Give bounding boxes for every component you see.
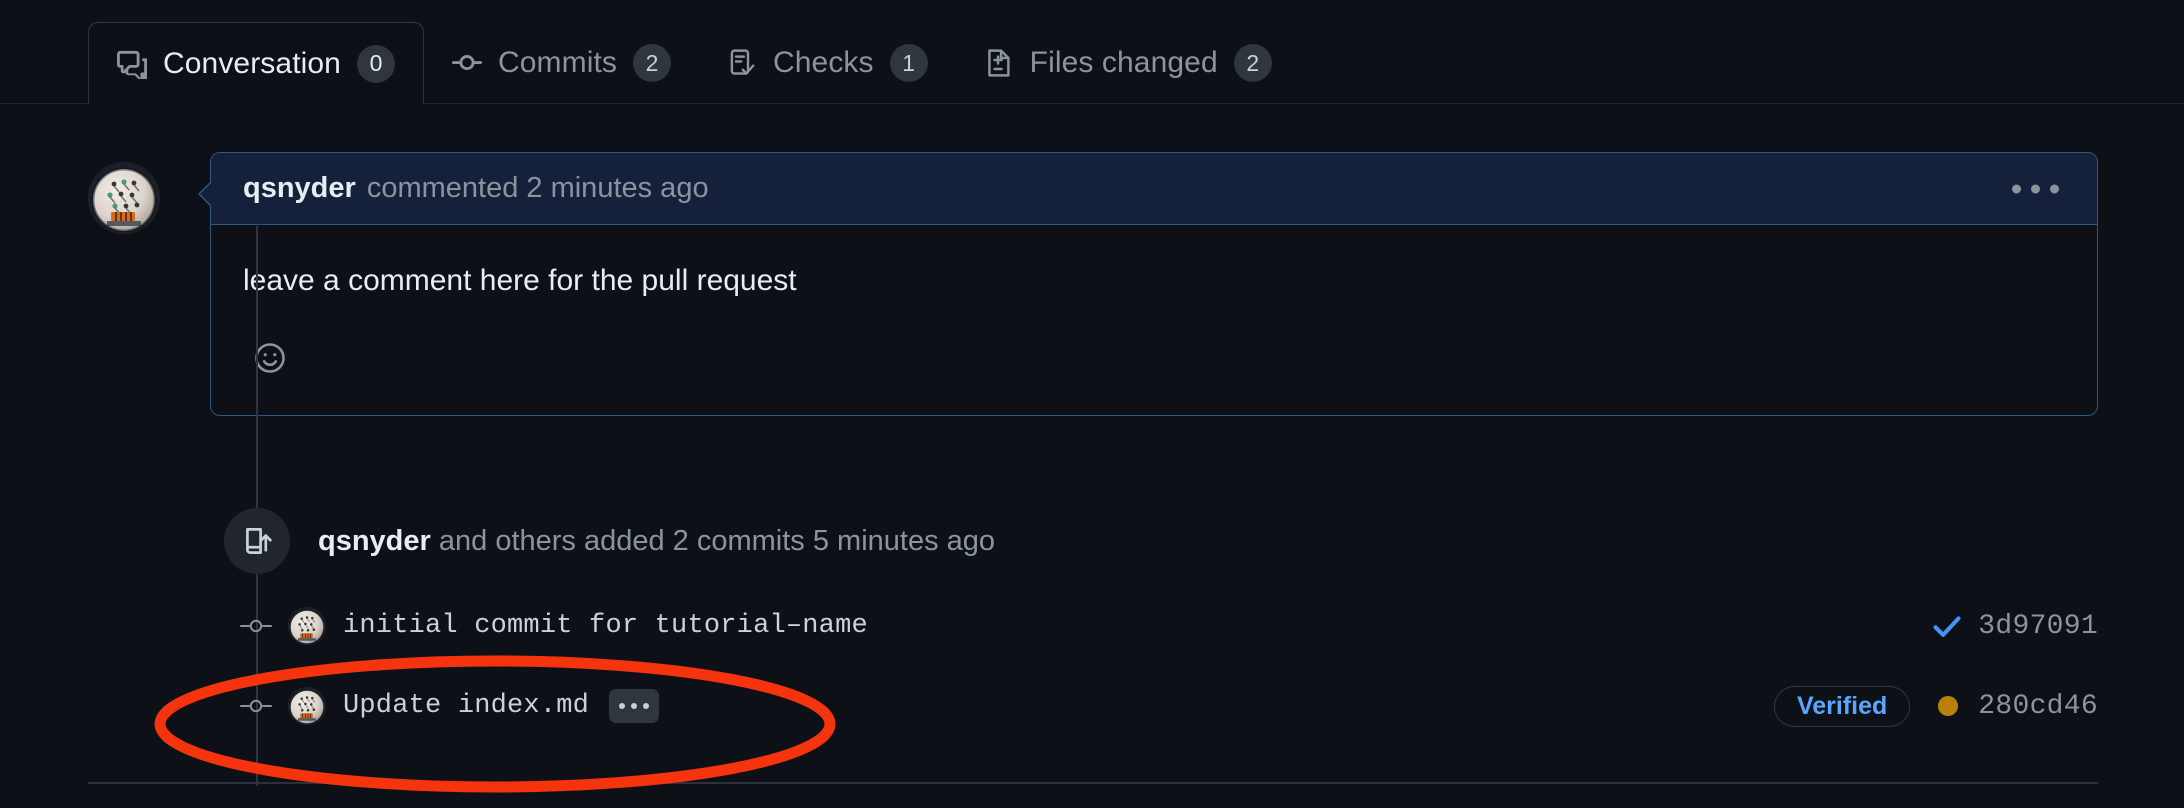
tab-commits-label: Commits	[497, 46, 617, 79]
commit-row: initial commit for tutorial–name 3d97091	[224, 598, 2098, 654]
tab-files-changed[interactable]: Files changed 2	[956, 22, 1300, 104]
timeline-event-author[interactable]: qsnyder	[318, 525, 431, 557]
tab-conversation-count: 0	[356, 44, 395, 83]
verified-badge[interactable]: Verified	[1773, 685, 1911, 727]
checklist-icon	[727, 48, 757, 78]
commit-message[interactable]: initial commit for tutorial–name	[343, 611, 868, 641]
tab-commits-count: 2	[633, 44, 671, 82]
avatar[interactable]	[88, 162, 160, 234]
pr-tab-bar: Conversation 0 Commits 2 Checks 1 Files …	[0, 0, 2184, 105]
tab-checks[interactable]: Checks 1	[699, 22, 956, 104]
git-commit-icon	[451, 48, 482, 78]
tab-files-changed-count: 2	[1233, 44, 1272, 82]
comment-timestamp: commented 2 minutes ago	[366, 172, 709, 204]
tab-conversation[interactable]: Conversation 0	[88, 22, 424, 105]
tab-conversation-label: Conversation	[163, 46, 341, 80]
git-commit-dot-icon	[224, 617, 288, 635]
comment-reactions	[211, 303, 2097, 415]
repo-push-icon	[224, 508, 290, 574]
commit-expand-button[interactable]	[609, 689, 660, 723]
comment-body: leave a comment here for the pull reques…	[211, 225, 2097, 303]
timeline-event-commits-added: qsnyder and others added 2 commits 5 min…	[224, 508, 995, 574]
tab-list: Conversation 0 Commits 2 Checks 1 Files …	[88, 22, 1300, 105]
avatar[interactable]	[288, 607, 326, 645]
avatar[interactable]	[288, 687, 326, 725]
comment-discussion-icon	[117, 49, 147, 79]
commit-sha[interactable]: 280cd46	[1978, 691, 2098, 722]
tab-checks-count: 1	[889, 44, 928, 82]
timeline-event-text: qsnyder and others added 2 commits 5 min…	[318, 525, 995, 558]
check-icon[interactable]	[1930, 609, 1964, 643]
tab-commits[interactable]: Commits 2	[424, 22, 699, 104]
dot-fill-icon[interactable]	[1938, 696, 1959, 716]
comment-header: qsnyder commented 2 minutes ago	[211, 153, 2097, 225]
smiley-icon[interactable]	[243, 331, 297, 385]
comment-author[interactable]: qsnyder	[243, 172, 356, 205]
timeline-event-detail: and others added 2 commits 5 minutes ago	[430, 524, 996, 557]
comment-text: leave a comment here for the pull reques…	[243, 264, 797, 297]
commit-status-group: Verified 280cd46	[1773, 685, 2098, 727]
comment-card: qsnyder commented 2 minutes ago leave a …	[198, 152, 2098, 416]
commit-sha[interactable]: 3d97091	[1978, 611, 2098, 642]
commit-status-group: 3d97091	[1930, 609, 2098, 643]
commit-row: Update index.md Verified 280cd46	[224, 678, 2098, 734]
tab-checks-label: Checks	[773, 46, 874, 79]
commit-message[interactable]: Update index.md	[343, 691, 589, 721]
section-divider	[88, 782, 2098, 784]
file-diff-icon	[984, 48, 1014, 78]
tab-files-changed-label: Files changed	[1029, 46, 1218, 79]
kebab-horizontal-icon[interactable]	[2004, 176, 2067, 201]
pull-request-conversation-page: Conversation 0 Commits 2 Checks 1 Files …	[0, 0, 2184, 808]
git-commit-dot-icon	[224, 697, 288, 715]
